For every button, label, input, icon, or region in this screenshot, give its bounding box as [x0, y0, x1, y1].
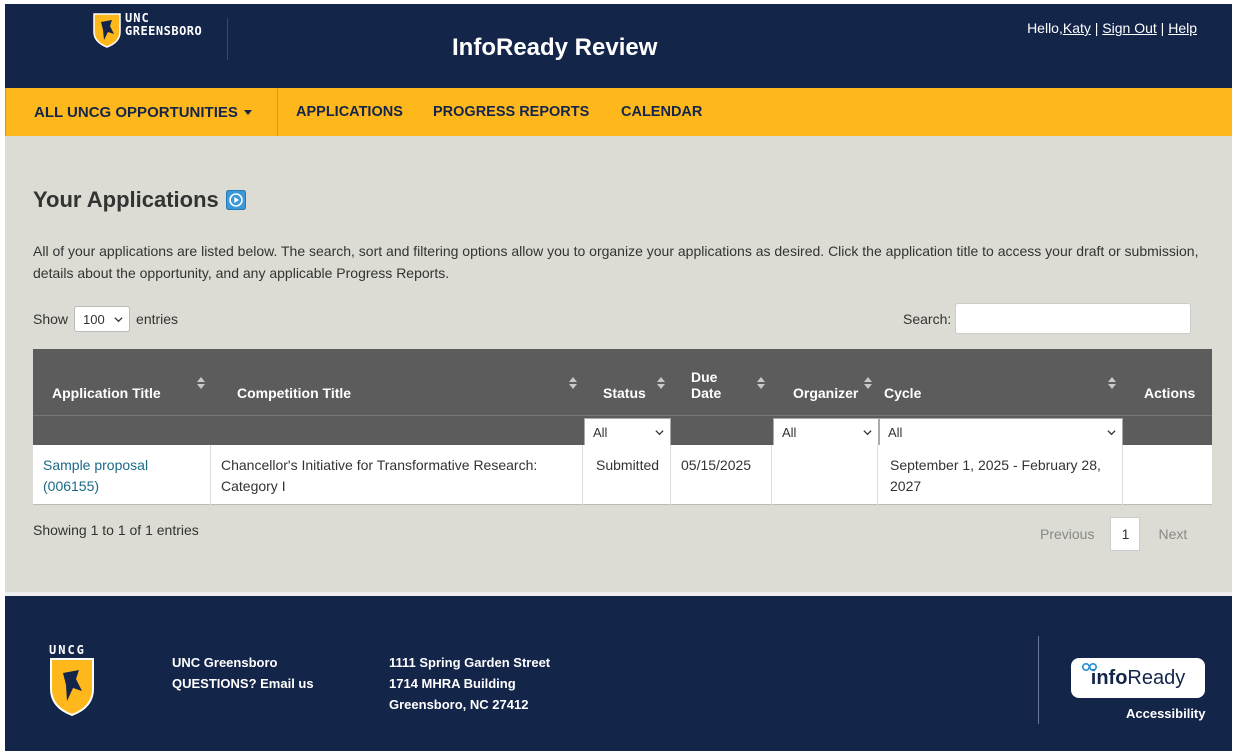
footer-logo-text: UNCG [49, 643, 86, 657]
chevron-down-icon [114, 316, 123, 322]
page-title: Your Applications [33, 187, 246, 213]
caret-down-icon [243, 109, 252, 115]
th-due-date[interactable]: Due Date [671, 349, 772, 415]
cell-cycle: September 1, 2025 - February 28, 2027 [878, 445, 1123, 505]
cell-application-title: Sample proposal (006155) [33, 445, 211, 505]
next-button[interactable]: Next [1158, 526, 1187, 542]
accessibility-link[interactable]: Accessibility [1126, 706, 1206, 721]
footer-org: UNC Greensboro [172, 655, 278, 670]
pagination: Previous 1 Next [1040, 517, 1187, 551]
opportunities-dropdown[interactable]: ALL UNCG OPPORTUNITIES [5, 88, 278, 136]
user-name-link[interactable]: Katy [1063, 20, 1091, 36]
nav-applications[interactable]: APPLICATIONS [296, 88, 403, 136]
previous-button[interactable]: Previous [1040, 526, 1094, 542]
th-status[interactable]: Status [583, 349, 671, 415]
separator: | [1090, 20, 1103, 36]
search-input[interactable] [955, 303, 1192, 334]
nav-calendar[interactable]: CALENDAR [621, 88, 702, 136]
filter-row: All All All [33, 415, 1212, 446]
main-nav: ALL UNCG OPPORTUNITIES APPLICATIONS PROG… [5, 88, 1232, 136]
th-competition-title[interactable]: Competition Title [211, 349, 583, 415]
user-links: Hello,Katy | Sign Out | Help [1027, 20, 1197, 36]
sort-icon [657, 377, 665, 389]
address-line-2: 1714 MHRA Building [389, 676, 516, 691]
infoready-dots-icon [1082, 662, 1098, 672]
search-label: Search: [903, 310, 952, 327]
cell-actions [1123, 445, 1212, 505]
footer-divider [1038, 636, 1039, 724]
spartan-shield-icon [93, 13, 121, 48]
entries-label: entries [136, 311, 179, 327]
show-label: Show [33, 311, 69, 327]
address-line-3: Greensboro, NC 27412 [389, 697, 529, 712]
app-frame: UNC GREENSBORO InfoReady Review Hello,Ka… [5, 4, 1232, 751]
applications-table: Application Title Competition Title Stat… [33, 349, 1212, 505]
th-actions: Actions [1144, 385, 1196, 401]
site-footer: UNCG UNC Greensboro QUESTIONS? Email us … [5, 592, 1232, 751]
entries-select[interactable]: 100 [74, 306, 131, 332]
search: Search: [903, 303, 1192, 334]
badge-rest: Ready [1127, 666, 1186, 689]
show-entries: Show 100 entries [33, 306, 178, 332]
sort-icon [197, 377, 205, 389]
table-header: Application Title Competition Title Stat… [33, 349, 1212, 415]
spartan-shield-icon [50, 658, 94, 717]
sort-icon [757, 377, 765, 389]
footer-address: 1111 Spring Garden Street 1714 MHRA Buil… [389, 652, 550, 715]
footer-questions-link[interactable]: QUESTIONS? Email us [172, 673, 314, 694]
video-play-icon[interactable] [225, 190, 246, 210]
logo-divider [227, 18, 228, 60]
help-link[interactable]: Help [1168, 20, 1197, 36]
th-organizer[interactable]: Organizer [772, 349, 878, 415]
footer-contact: UNC Greensboro QUESTIONS? Email us [172, 652, 314, 694]
chevron-down-icon [863, 429, 872, 435]
page-1-button[interactable]: 1 [1110, 517, 1141, 551]
sort-icon [864, 377, 872, 389]
sort-icon [569, 377, 577, 389]
cell-competition-title: Chancellor's Initiative for Transformati… [211, 445, 583, 505]
cell-organizer [772, 445, 878, 505]
sort-icon [1108, 377, 1116, 389]
th-cycle[interactable]: Cycle [878, 349, 1123, 415]
chevron-down-icon [655, 429, 664, 435]
opportunities-label: ALL UNCG OPPORTUNITIES [34, 103, 238, 121]
chevron-down-icon [1107, 429, 1116, 435]
table-info: Showing 1 to 1 of 1 entries [33, 522, 199, 538]
status-filter[interactable]: All [584, 418, 671, 446]
nav-progress-reports[interactable]: PROGRESS REPORTS [433, 88, 589, 136]
entries-value: 100 [83, 311, 105, 327]
sign-out-link[interactable]: Sign Out [1102, 20, 1156, 36]
infoready-logo[interactable]: info Ready [1071, 658, 1205, 698]
cell-due-date: 05/15/2025 [671, 445, 772, 505]
application-title-link[interactable]: Sample proposal (006155) [43, 457, 148, 494]
site-header: UNC GREENSBORO InfoReady Review Hello,Ka… [5, 4, 1232, 88]
separator: | [1156, 20, 1169, 36]
intro-text: All of your applications are listed belo… [33, 243, 1199, 281]
uncg-logo[interactable]: UNC GREENSBORO [92, 12, 202, 48]
cycle-filter[interactable]: All [879, 418, 1123, 446]
site-title: InfoReady Review [452, 34, 658, 61]
organizer-filter[interactable]: All [773, 418, 879, 446]
logo-line-2: GREENSBORO [125, 24, 203, 38]
address-line-1: 1111 Spring Garden Street [389, 655, 551, 670]
page-title-text: Your Applications [33, 187, 219, 212]
th-application-title[interactable]: Application Title [33, 349, 211, 415]
greeting: Hello, [1027, 20, 1063, 36]
table-row: Sample proposal (006155) Chancellor's In… [33, 445, 1212, 505]
footer-logo[interactable]: UNCG [49, 643, 99, 722]
cell-status: Submitted [583, 445, 671, 505]
